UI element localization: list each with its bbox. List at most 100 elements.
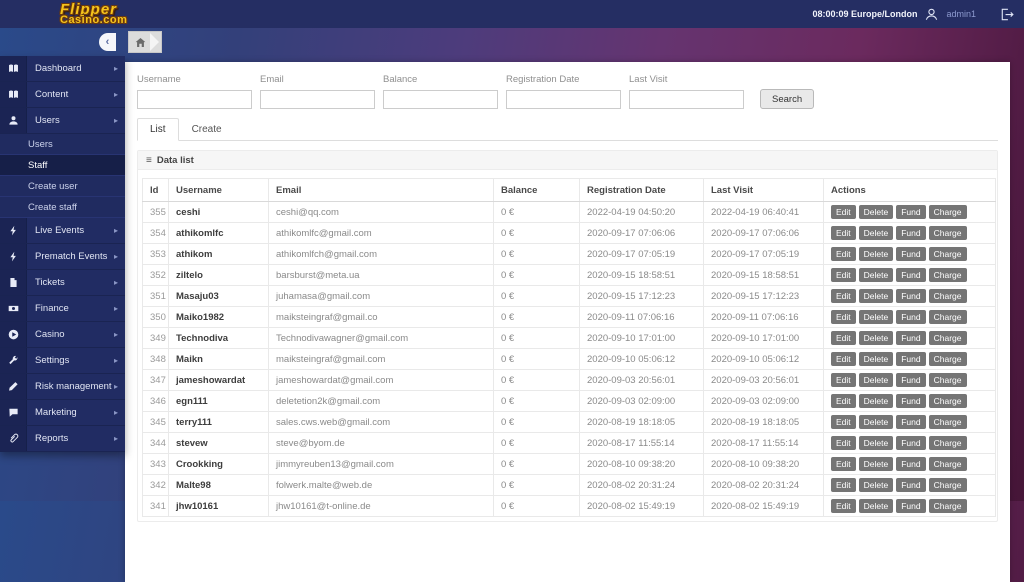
sidebar-item-content[interactable]: Content ▸ <box>0 82 125 108</box>
fund-button[interactable]: Fund <box>896 436 926 450</box>
sidebar-item-finance[interactable]: Finance ▸ <box>0 296 125 322</box>
charge-button[interactable]: Charge <box>928 373 967 387</box>
delete-button[interactable]: Delete <box>858 226 894 240</box>
username-input[interactable] <box>137 90 252 109</box>
cell-registration-date: 2020-09-10 05:06:12 <box>579 348 704 370</box>
paperclip-icon-cell <box>0 426 27 451</box>
logout-door-icon[interactable] <box>999 7 1014 22</box>
charge-button[interactable]: Charge <box>928 226 967 240</box>
edit-button[interactable]: Edit <box>831 226 856 240</box>
edit-button[interactable]: Edit <box>831 289 856 303</box>
last-visit-input[interactable] <box>629 90 744 109</box>
sidebar-item-risk-management[interactable]: Risk management ▸ <box>0 374 125 400</box>
fund-button[interactable]: Fund <box>896 205 926 219</box>
charge-button[interactable]: Charge <box>928 352 967 366</box>
delete-button[interactable]: Delete <box>858 415 894 429</box>
delete-button[interactable]: Delete <box>858 289 894 303</box>
charge-button[interactable]: Charge <box>928 289 967 303</box>
cell-username: terry111 <box>168 411 269 433</box>
delete-button[interactable]: Delete <box>858 394 894 408</box>
search-button[interactable]: Search <box>760 89 815 109</box>
sidebar-item-reports[interactable]: Reports ▸ <box>0 426 125 452</box>
sidebar-item-tickets[interactable]: Tickets ▸ <box>0 270 125 296</box>
delete-button[interactable]: Delete <box>858 436 894 450</box>
fund-button[interactable]: Fund <box>896 226 926 240</box>
delete-button[interactable]: Delete <box>858 352 894 366</box>
fund-button[interactable]: Fund <box>896 457 926 471</box>
fund-button[interactable]: Fund <box>896 289 926 303</box>
edit-button[interactable]: Edit <box>831 457 856 471</box>
sidebar-subitem-create-user[interactable]: Create user <box>0 176 125 197</box>
edit-button[interactable]: Edit <box>831 415 856 429</box>
fund-button[interactable]: Fund <box>896 331 926 345</box>
edit-button[interactable]: Edit <box>831 352 856 366</box>
edit-button[interactable]: Edit <box>831 268 856 282</box>
fund-button[interactable]: Fund <box>896 247 926 261</box>
sidebar-item-prematch-events[interactable]: Prematch Events ▸ <box>0 244 125 270</box>
charge-button[interactable]: Charge <box>928 478 967 492</box>
sidebar-subitem-create-staff[interactable]: Create staff <box>0 197 125 218</box>
edit-button[interactable]: Edit <box>831 436 856 450</box>
cell-last-visit: 2020-09-10 05:06:12 <box>703 348 824 370</box>
sidebar-item-marketing[interactable]: Marketing ▸ <box>0 400 125 426</box>
fund-button[interactable]: Fund <box>896 499 926 513</box>
charge-button[interactable]: Charge <box>928 436 967 450</box>
fund-button[interactable]: Fund <box>896 310 926 324</box>
email-input[interactable] <box>260 90 375 109</box>
edit-button[interactable]: Edit <box>831 394 856 408</box>
brand-logo[interactable]: Flipper Casino.com <box>60 2 127 26</box>
fund-button[interactable]: Fund <box>896 394 926 408</box>
charge-button[interactable]: Charge <box>928 415 967 429</box>
delete-button[interactable]: Delete <box>858 268 894 282</box>
charge-button[interactable]: Charge <box>928 457 967 471</box>
sidebar-item-casino[interactable]: Casino ▸ <box>0 322 125 348</box>
delete-button[interactable]: Delete <box>858 331 894 345</box>
sidebar-item-users[interactable]: Users ▸ <box>0 108 125 134</box>
delete-button[interactable]: Delete <box>858 247 894 261</box>
sidebar-item-live-events[interactable]: Live Events ▸ <box>0 218 125 244</box>
fund-button[interactable]: Fund <box>896 478 926 492</box>
chevron-right-icon: ▸ <box>113 434 118 443</box>
charge-button[interactable]: Charge <box>928 310 967 324</box>
edit-button[interactable]: Edit <box>831 247 856 261</box>
delete-button[interactable]: Delete <box>858 205 894 219</box>
sidebar-item-dashboard[interactable]: Dashboard ▸ <box>0 56 125 82</box>
edit-button[interactable]: Edit <box>831 310 856 324</box>
table-row: 346 egn111 deletetion2k@gmail.com 0 €2020-0… <box>142 390 996 412</box>
charge-button[interactable]: Charge <box>928 394 967 408</box>
charge-button[interactable]: Charge <box>928 247 967 261</box>
sidebar-nav: Dashboard ▸ Content ▸ Users ▸ Users Staff Create… <box>0 56 125 452</box>
charge-button[interactable]: Charge <box>928 268 967 282</box>
balance-input[interactable] <box>383 90 498 109</box>
edit-button[interactable]: Edit <box>831 478 856 492</box>
sidebar-collapse-button[interactable]: ‹ <box>99 33 116 51</box>
edit-button[interactable]: Edit <box>831 331 856 345</box>
fund-button[interactable]: Fund <box>896 415 926 429</box>
logged-in-username[interactable]: admin1 <box>946 9 976 19</box>
edit-button[interactable]: Edit <box>831 499 856 513</box>
bolt-icon-cell <box>0 244 27 269</box>
delete-button[interactable]: Delete <box>858 478 894 492</box>
edit-button[interactable]: Edit <box>831 373 856 387</box>
tab-create[interactable]: Create <box>179 118 235 141</box>
delete-button[interactable]: Delete <box>858 457 894 471</box>
sidebar-subitem-staff[interactable]: Staff <box>0 155 125 176</box>
breadcrumb-home-button[interactable] <box>128 31 162 53</box>
cell-last-visit: 2020-09-15 18:58:51 <box>703 264 824 286</box>
tab-list[interactable]: List <box>137 118 179 141</box>
delete-button[interactable]: Delete <box>858 499 894 513</box>
sidebar-subitem-users[interactable]: Users <box>0 134 125 155</box>
charge-button[interactable]: Charge <box>928 499 967 513</box>
edit-button[interactable]: Edit <box>831 205 856 219</box>
sidebar-item-label: Content <box>35 89 69 100</box>
delete-button[interactable]: Delete <box>858 310 894 324</box>
cell-balance: 0 € <box>493 285 580 307</box>
delete-button[interactable]: Delete <box>858 373 894 387</box>
registration-date-input[interactable] <box>506 90 621 109</box>
charge-button[interactable]: Charge <box>928 205 967 219</box>
fund-button[interactable]: Fund <box>896 352 926 366</box>
charge-button[interactable]: Charge <box>928 331 967 345</box>
fund-button[interactable]: Fund <box>896 373 926 387</box>
fund-button[interactable]: Fund <box>896 268 926 282</box>
sidebar-item-settings[interactable]: Settings ▸ <box>0 348 125 374</box>
